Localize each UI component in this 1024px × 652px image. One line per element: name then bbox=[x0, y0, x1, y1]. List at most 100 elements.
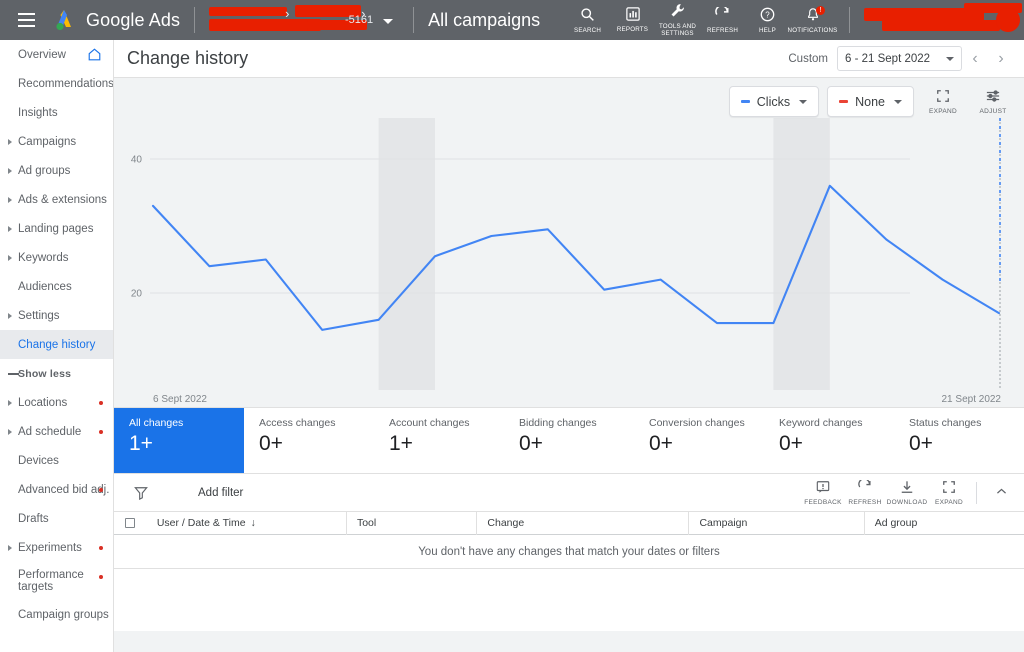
sidebar-item-overview[interactable]: Overview bbox=[0, 40, 113, 69]
table-column-tool[interactable]: Tool bbox=[347, 512, 476, 534]
user-account-area[interactable] bbox=[864, 0, 1024, 40]
add-filter-button[interactable]: Add filter bbox=[198, 487, 243, 499]
filter-funnel-icon[interactable] bbox=[134, 486, 148, 500]
appbar-divider bbox=[194, 7, 196, 33]
sidebar-item-label: Ad schedule bbox=[18, 425, 82, 438]
wrench-glyph bbox=[670, 3, 685, 21]
table-column-change[interactable]: Change bbox=[477, 512, 688, 534]
stat-card-value: 0+ bbox=[519, 432, 543, 455]
sidebar-item-change-history[interactable]: Change history bbox=[0, 330, 113, 359]
stat-card-status-changes[interactable]: Status changes 0+ bbox=[894, 408, 1024, 473]
avatar[interactable] bbox=[996, 8, 1020, 32]
google-ads-logo[interactable]: Google Ads bbox=[52, 8, 180, 32]
select-all-checkbox[interactable] bbox=[125, 518, 136, 528]
stat-card-account-changes[interactable]: Account changes 1+ bbox=[374, 408, 504, 473]
sidebar-item-advanced-bid-adj[interactable]: Advanced bid adj. bbox=[0, 475, 113, 504]
sidebar-item-performance-targets[interactable]: Performance targets bbox=[0, 562, 113, 600]
sidebar-item-locations[interactable]: Locations bbox=[0, 388, 113, 417]
reports-icon[interactable]: REPORTS bbox=[610, 0, 655, 40]
column-label: Ad group bbox=[874, 517, 918, 529]
chart-adjust-button[interactable]: ADJUST bbox=[972, 89, 1014, 115]
table-column-user-date-time[interactable]: User / Date & Time ↓ bbox=[147, 512, 346, 534]
sidebar-item-landing-pages[interactable]: Landing pages bbox=[0, 214, 113, 243]
brand-text: Google Ads bbox=[86, 9, 181, 30]
expand-label: EXPAND bbox=[934, 498, 964, 506]
date-range-picker[interactable]: 6 - 21 Sept 2022 bbox=[837, 46, 962, 71]
chart-expand-label: EXPAND bbox=[928, 107, 958, 115]
breadcrumb-separator: › bbox=[361, 6, 366, 21]
page-title: Change history bbox=[127, 48, 249, 68]
stat-card-label: Status changes bbox=[909, 417, 982, 429]
stat-card-label: Keyword changes bbox=[779, 417, 863, 429]
hamburger-menu-icon[interactable] bbox=[6, 0, 46, 40]
notification-dot bbox=[99, 429, 103, 434]
sidebar-item-ad-groups[interactable]: Ad groups bbox=[0, 156, 113, 185]
table-empty-state: You don't have any changes that match yo… bbox=[114, 535, 1024, 569]
stat-card-label: Conversion changes bbox=[649, 417, 745, 429]
stat-card-access-changes[interactable]: Access changes 0+ bbox=[244, 408, 374, 473]
x-axis-tick-label-end: 21 Sept 2022 bbox=[942, 394, 1002, 405]
collapse-panel-button[interactable] bbox=[987, 485, 1016, 501]
sidebar-item-label: Locations bbox=[18, 396, 68, 409]
hamburger-line bbox=[17, 13, 35, 15]
stat-card-conversion-changes[interactable]: Conversion changes 0+ bbox=[634, 408, 764, 473]
refresh-icon[interactable]: REFRESH bbox=[700, 0, 745, 40]
select-all-checkbox-cell[interactable] bbox=[114, 518, 147, 528]
expand-icon bbox=[936, 89, 950, 106]
reports-glyph bbox=[625, 7, 640, 24]
expand-arrow-icon bbox=[8, 226, 12, 232]
sidebar-item-keywords[interactable]: Keywords bbox=[0, 243, 113, 272]
stat-card-all-changes[interactable]: All changes 1+ bbox=[114, 408, 244, 473]
sidebar-item-drafts[interactable]: Drafts bbox=[0, 504, 113, 533]
sidebar-item-label: Drafts bbox=[18, 512, 49, 525]
table-column-campaign[interactable]: Campaign bbox=[689, 512, 863, 534]
refresh-icon bbox=[858, 477, 872, 497]
redaction-mark bbox=[882, 20, 1000, 31]
expand-arrow-icon bbox=[8, 139, 12, 145]
sidebar-item-audiences[interactable]: Audiences bbox=[0, 272, 113, 301]
next-period-button[interactable]: › bbox=[988, 46, 1014, 72]
hamburger-line bbox=[17, 25, 35, 27]
table-column-ad-group[interactable]: Ad group bbox=[865, 512, 1024, 534]
sidebar-item-recommendations[interactable]: Recommendations bbox=[0, 69, 113, 98]
account-selector[interactable]: › › -5161 bbox=[209, 0, 399, 40]
expand-arrow-icon bbox=[8, 400, 12, 406]
sidebar-item-settings[interactable]: Settings bbox=[0, 301, 113, 330]
notifications-icon[interactable]: ! NOTIFICATIONS bbox=[788, 0, 837, 40]
metric-selector-primary[interactable]: Clicks bbox=[728, 86, 820, 117]
sidebar-item-label: Ad groups bbox=[18, 164, 71, 177]
sidebar-item-ad-schedule[interactable]: Ad schedule bbox=[0, 417, 113, 446]
feedback-button[interactable]: FEEDBACK bbox=[802, 480, 844, 506]
minus-icon bbox=[8, 373, 19, 375]
expand-arrow-icon bbox=[8, 429, 12, 435]
expand-arrow-icon bbox=[8, 313, 12, 319]
search-icon[interactable]: SEARCH bbox=[565, 0, 610, 40]
sidebar-item-campaigns[interactable]: Campaigns bbox=[0, 127, 113, 156]
tools-settings-icon[interactable]: TOOLS AND SETTINGS bbox=[655, 0, 700, 40]
appbar-icon-group: SEARCH REPORTS TOOLS AND SETTINGS REFRES… bbox=[565, 0, 1024, 40]
sidebar-item-ads-extensions[interactable]: Ads & extensions bbox=[0, 185, 113, 214]
help-icon[interactable]: ? HELP bbox=[745, 0, 790, 40]
search-glyph bbox=[580, 7, 595, 25]
sidebar-item-devices[interactable]: Devices bbox=[0, 446, 113, 475]
sidebar-item-insights[interactable]: Insights bbox=[0, 98, 113, 127]
sidebar-item-experiments[interactable]: Experiments bbox=[0, 533, 113, 562]
download-button[interactable]: DOWNLOAD bbox=[886, 480, 928, 506]
refresh-button[interactable]: REFRESH bbox=[844, 477, 886, 506]
sidebar-item-label: Campaign groups bbox=[18, 608, 109, 621]
chart-expand-button[interactable]: EXPAND bbox=[922, 89, 964, 115]
stat-card-keyword-changes[interactable]: Keyword changes 0+ bbox=[764, 408, 894, 473]
stat-card-bidding-changes[interactable]: Bidding changes 0+ bbox=[504, 408, 634, 473]
expand-button[interactable]: EXPAND bbox=[928, 480, 970, 506]
sidebar-show-less[interactable]: Show less bbox=[0, 359, 113, 388]
sort-descending-icon[interactable]: ↓ bbox=[251, 517, 256, 529]
help-glyph: ? bbox=[760, 7, 775, 25]
clicks-line-chart: 020406 Sept 202221 Sept 2022 bbox=[114, 78, 1024, 407]
sidebar-item-campaign-groups[interactable]: Campaign groups bbox=[0, 600, 113, 629]
stat-card-value: 1+ bbox=[389, 432, 413, 455]
metric-selector-secondary[interactable]: None bbox=[827, 86, 914, 117]
chevron-down-icon[interactable] bbox=[383, 19, 394, 24]
page-footer-area bbox=[114, 631, 1024, 652]
y-axis-tick-label: 40 bbox=[131, 155, 143, 166]
previous-period-button[interactable]: ‹ bbox=[962, 46, 988, 72]
